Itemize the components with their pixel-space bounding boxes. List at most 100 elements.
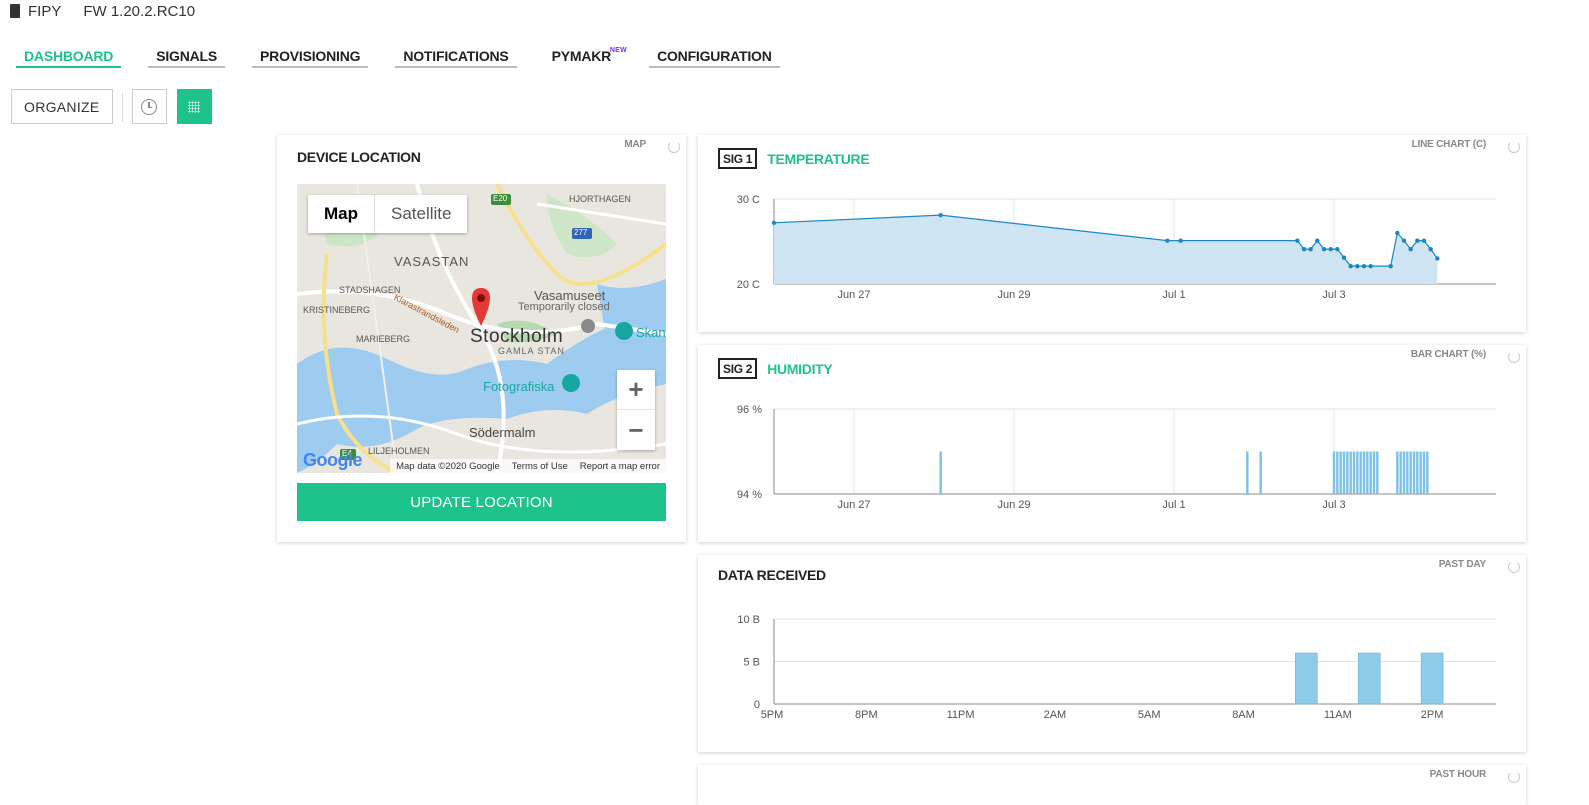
terms-link[interactable]: Terms of Use bbox=[512, 461, 568, 472]
data-point bbox=[1388, 263, 1393, 269]
refresh-icon[interactable] bbox=[668, 141, 680, 153]
map-label-marieberg: MARIEBERG bbox=[356, 334, 411, 344]
new-badge: NEW bbox=[609, 47, 628, 54]
data-point bbox=[1435, 256, 1440, 261]
tab-label: CONFIGURATION bbox=[657, 47, 772, 64]
tab-label: PYMAKR bbox=[551, 47, 612, 64]
update-location-button[interactable]: UPDATE LOCATION bbox=[297, 483, 666, 521]
tab-signals[interactable]: SIGNALS bbox=[148, 47, 226, 68]
temperature-card: SIG 1 TEMPERATURE LINE CHART (C) Jun 27 J… bbox=[698, 135, 1526, 332]
map-data-credit: Map data ©2020 Google bbox=[396, 460, 500, 472]
map-footer: Map data ©2020 Google Terms of Use Repor… bbox=[390, 459, 666, 473]
x-tick-label: Jul 3 bbox=[1322, 499, 1345, 511]
x-tick-label: 2AM bbox=[1044, 709, 1067, 721]
data-point bbox=[1335, 246, 1340, 252]
bar bbox=[1332, 451, 1336, 494]
card-type: PAST HOUR bbox=[1429, 769, 1487, 780]
data-point bbox=[1368, 263, 1373, 269]
bar bbox=[1357, 652, 1381, 705]
bar bbox=[1246, 451, 1249, 494]
tab-configuration[interactable]: CONFIGURATION bbox=[649, 47, 780, 68]
data-point bbox=[771, 220, 777, 225]
tab-pymakr[interactable]: PYMAKR NEW bbox=[544, 47, 627, 68]
data-point bbox=[1355, 263, 1360, 269]
y-tick-label: 5 B bbox=[743, 657, 760, 669]
tab-label: PROVISIONING bbox=[260, 47, 361, 64]
x-tick-label: Jun 29 bbox=[997, 499, 1030, 511]
tab-notifications[interactable]: NOTIFICATIONS bbox=[395, 47, 517, 68]
map[interactable]: HJORTHAGEN E20 277 VASASTAN STADSHAGEN K… bbox=[297, 184, 666, 473]
firmware-version: FW 1.20.2.RC10 bbox=[83, 2, 196, 20]
data-point bbox=[1321, 246, 1327, 252]
tab-dashboard[interactable]: DASHBOARD bbox=[16, 47, 122, 68]
data-point bbox=[1301, 246, 1307, 252]
data-point bbox=[1415, 238, 1420, 243]
grid-view-button[interactable] bbox=[176, 89, 212, 124]
next-card: PAST HOUR bbox=[698, 765, 1526, 805]
bar bbox=[1402, 451, 1406, 494]
map-label-skan: Skan bbox=[636, 325, 666, 340]
bar bbox=[1406, 451, 1409, 494]
data-point bbox=[1401, 238, 1407, 243]
bar bbox=[1419, 451, 1422, 494]
tab-label: NOTIFICATIONS bbox=[403, 47, 509, 64]
history-button[interactable] bbox=[131, 89, 167, 124]
x-tick-label: 11PM bbox=[947, 709, 975, 721]
chip-icon bbox=[10, 4, 20, 18]
bar bbox=[1412, 451, 1416, 494]
data-point bbox=[1165, 238, 1170, 243]
bar bbox=[1366, 451, 1369, 494]
map-type-toggle: Map Satellite bbox=[308, 195, 468, 233]
tab-provisioning[interactable]: PROVISIONING bbox=[252, 47, 369, 68]
bar bbox=[1376, 451, 1379, 494]
bar bbox=[1352, 451, 1356, 494]
data-point bbox=[1421, 238, 1427, 243]
report-error-link[interactable]: Report a map error bbox=[580, 461, 660, 472]
data-point bbox=[938, 212, 943, 218]
card-type: MAP bbox=[624, 139, 646, 150]
y-tick-label: 0 bbox=[754, 699, 760, 711]
map-label-liljeholmen: LILJEHOLMEN bbox=[368, 446, 430, 456]
x-tick-label: 11AM bbox=[1324, 709, 1352, 721]
refresh-icon[interactable] bbox=[1508, 771, 1520, 783]
x-tick-label: Jun 27 bbox=[837, 499, 870, 511]
data-point bbox=[1348, 263, 1353, 269]
map-label-sodermalm: Södermalm bbox=[469, 425, 536, 440]
bar bbox=[1399, 451, 1402, 494]
bar bbox=[1342, 451, 1346, 494]
toolbar-divider bbox=[121, 91, 123, 122]
data-received-card: DATA RECEIVED PAST DAY 10 B5 B 0 5PM 8PM 11P… bbox=[698, 555, 1526, 752]
clock-icon bbox=[141, 98, 158, 115]
temperature-chart: Jun 27 Jun 29 Jul 1 Jul 3 30 C 20 C bbox=[737, 194, 1496, 301]
map-label-stockholm: Stockholm bbox=[470, 326, 564, 347]
bar bbox=[1259, 451, 1262, 494]
dashboard-toolbar: ORGANIZE bbox=[11, 89, 212, 124]
bar bbox=[1422, 451, 1426, 494]
bar bbox=[1426, 451, 1429, 494]
bar bbox=[1346, 451, 1349, 494]
bar bbox=[1356, 451, 1359, 494]
x-tick-label: 2PM bbox=[1421, 709, 1444, 721]
zoom-out-button[interactable]: − bbox=[617, 410, 655, 450]
bar bbox=[1339, 451, 1342, 494]
y-tick-label: 30 C bbox=[737, 194, 760, 206]
data-point bbox=[1395, 230, 1400, 236]
x-tick-label: Jul 1 bbox=[1162, 499, 1185, 511]
data-point bbox=[1341, 255, 1347, 260]
grid-icon bbox=[188, 100, 201, 113]
map-label-e20: E20 bbox=[493, 194, 508, 203]
main-nav: DASHBOARD SIGNALS PROVISIONING NOTIFICAT… bbox=[16, 47, 807, 68]
bar bbox=[1409, 451, 1412, 494]
bar bbox=[1336, 451, 1339, 494]
satellite-view-button[interactable]: Satellite bbox=[375, 195, 467, 233]
map-view-button[interactable]: Map bbox=[308, 195, 375, 233]
map-label-hjorthagen: HJORTHAGEN bbox=[569, 194, 631, 204]
bar bbox=[1369, 451, 1372, 494]
y-tick-label: 96 % bbox=[737, 404, 762, 416]
data-point bbox=[1315, 238, 1320, 243]
y-tick-label: 10 B bbox=[737, 614, 760, 626]
organize-button[interactable]: ORGANIZE bbox=[11, 89, 113, 124]
bar bbox=[1359, 451, 1362, 494]
x-tick-label: 8PM bbox=[855, 709, 878, 721]
zoom-in-button[interactable]: + bbox=[617, 370, 655, 410]
